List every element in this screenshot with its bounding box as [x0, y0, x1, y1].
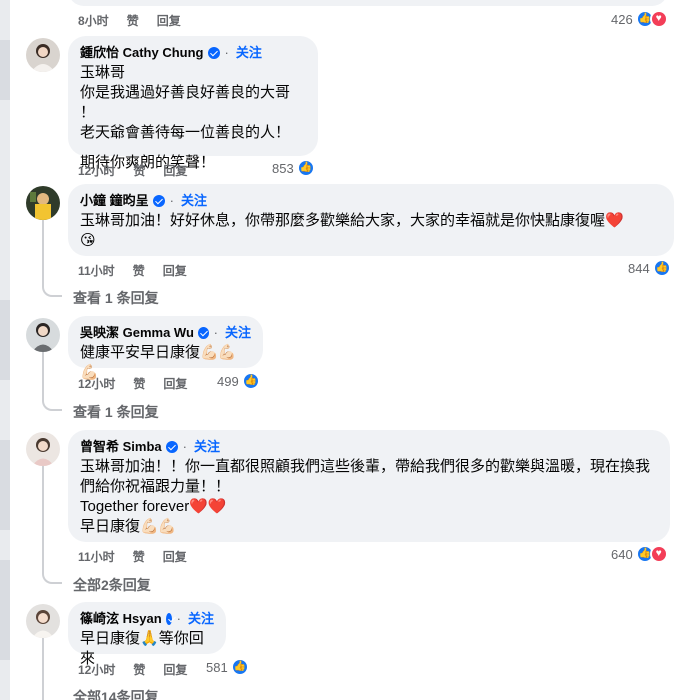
reply-link[interactable]: 回复 — [157, 12, 181, 29]
like-link[interactable]: 赞 — [133, 661, 145, 678]
commenter-name[interactable]: 吳映潔 Gemma Wu — [80, 324, 194, 341]
like-link[interactable]: 赞 — [133, 162, 145, 179]
thread-line — [42, 220, 44, 286]
comment-bubble: 曾智希 Simba · 关注 玉琳哥加油！！你一直都很照顧我們這些後輩，帶給我們… — [68, 430, 670, 542]
comment-time[interactable]: 12小时 — [78, 375, 115, 392]
avatar[interactable] — [26, 604, 60, 638]
follow-button[interactable]: 关注 — [225, 324, 251, 341]
like-reaction-icon: 👍 — [230, 658, 249, 676]
thread-line — [42, 352, 44, 400]
heart-emoji: ❤️ — [605, 212, 624, 229]
verified-badge-icon — [165, 612, 172, 625]
folded-hands-emoji: 🙏 — [140, 630, 159, 647]
reaction-summary[interactable]: 581 👍 — [206, 658, 249, 676]
verified-badge-icon — [207, 46, 220, 59]
reaction-count: 640 — [611, 546, 633, 562]
comment-time[interactable]: 12小时 — [78, 661, 115, 678]
like-link[interactable]: 赞 — [133, 548, 145, 565]
comment-meta: 12小时 赞 回复 — [78, 162, 205, 179]
like-reaction-icon: 👍 — [652, 259, 671, 277]
avatar[interactable] — [26, 38, 60, 72]
view-replies-link[interactable]: 查看 1 条回复 — [73, 402, 159, 422]
avatar[interactable] — [26, 186, 60, 220]
like-reaction-icon: 👍 — [296, 159, 315, 177]
reaction-count: 499 — [217, 373, 239, 389]
previous-comment-bubble-edge — [68, 0, 668, 6]
comment-meta: 12小时 赞 回复 — [78, 375, 205, 392]
love-reaction-icon: ♥ — [649, 545, 668, 563]
comment-meta: 11小时 赞 回复 — [78, 262, 205, 279]
follow-button[interactable]: 关注 — [188, 610, 214, 627]
comment-text: 玉琳哥 你是我遇過好善良好善良的大哥 ！ 老天爺會善待每一位善良的人！ 期待你爽… — [80, 64, 291, 171]
reaction-summary[interactable]: 844 👍 — [628, 259, 671, 277]
like-reaction-icon: 👍 — [241, 372, 260, 390]
reaction-count: 844 — [628, 260, 650, 276]
comment-time[interactable]: 11小时 — [78, 262, 115, 279]
comment-time: 8小时 — [78, 14, 109, 28]
verified-badge-icon — [197, 326, 209, 339]
reply-link[interactable]: 回复 — [163, 162, 187, 179]
thread-line — [42, 466, 44, 574]
left-page-edge — [0, 0, 10, 700]
thread-elbow — [42, 570, 62, 584]
flexed-biceps-emoji: 💪🏻💪🏻 — [140, 518, 176, 535]
verified-badge-icon — [152, 194, 165, 207]
follow-button[interactable]: 关注 — [194, 438, 220, 455]
comment-meta: 12小时 赞 回复 — [78, 661, 205, 678]
reply-link[interactable]: 回复 — [163, 375, 187, 392]
view-replies-link[interactable]: 全部14条回复 — [73, 687, 159, 700]
reaction-count: 853 — [272, 160, 294, 176]
thread-line — [42, 638, 44, 700]
previous-comment-meta: 8小时 赞 回复 — [78, 12, 199, 29]
comment-bubble: 篠崎泫 Hsyan · 关注 早日康復🙏等你回來 — [68, 602, 226, 667]
comment-time[interactable]: 12小时 — [78, 162, 115, 179]
comment-bubble: 吳映潔 Gemma Wu · 关注 健康平安早日康復💪🏻💪🏻💪🏻 — [68, 316, 263, 381]
heart-emoji: ❤️❤️ — [189, 498, 227, 515]
reply-link[interactable]: 回复 — [163, 262, 187, 279]
like-link[interactable]: 赞 — [133, 375, 145, 392]
commenter-name[interactable]: 曾智希 Simba — [80, 438, 162, 455]
reply-link[interactable]: 回复 — [163, 548, 187, 565]
avatar[interactable] — [26, 432, 60, 466]
follow-button[interactable]: 关注 — [236, 44, 262, 61]
reaction-count: 581 — [206, 659, 228, 675]
avatar[interactable] — [26, 318, 60, 352]
comment-text: 玉琳哥加油！好好休息，你帶那麼多歡樂給大家，大家的幸福就是你快點康復喔❤️ 😘 — [80, 212, 624, 249]
reaction-summary[interactable]: 426 👍 ♥ — [611, 10, 668, 28]
like-link[interactable]: 赞 — [133, 262, 145, 279]
thread-elbow — [42, 397, 62, 411]
view-replies-link[interactable]: 全部2条回复 — [73, 575, 151, 595]
reaction-summary[interactable]: 640 👍 ♥ — [611, 545, 668, 563]
reply-link[interactable]: 回复 — [163, 661, 187, 678]
commenter-name[interactable]: 篠崎泫 Hsyan — [80, 610, 162, 627]
follow-button[interactable]: 关注 — [181, 192, 207, 209]
comment-text: 玉琳哥加油！！你一直都很照顧我們這些後輩，帶給我們很多的歡樂與溫暖，現在換我 們… — [80, 458, 651, 535]
reaction-count: 426 — [611, 11, 633, 27]
comment-meta: 11小时 赞 回复 — [78, 548, 205, 565]
view-replies-link[interactable]: 查看 1 条回复 — [73, 288, 159, 308]
commenter-name[interactable]: 鍾欣怡 Cathy Chung — [80, 44, 204, 61]
comment-bubble: 鍾欣怡 Cathy Chung · 关注 玉琳哥 你是我遇過好善良好善良的大哥 … — [68, 36, 318, 171]
like-link[interactable]: 赞 — [127, 12, 139, 29]
commenter-name[interactable]: 小鐘 鐘昀呈 — [80, 192, 149, 209]
comment-time[interactable]: 11小时 — [78, 548, 115, 565]
thread-elbow — [42, 283, 62, 297]
reaction-summary[interactable]: 499 👍 — [217, 372, 260, 390]
reaction-summary[interactable]: 853 👍 — [272, 159, 315, 177]
love-reaction-icon: ♥ — [649, 10, 668, 28]
verified-badge-icon — [165, 440, 178, 453]
comment-bubble: 小鐘 鐘昀呈 · 关注 玉琳哥加油！好好休息，你帶那麼多歡樂給大家，大家的幸福就… — [68, 184, 674, 256]
